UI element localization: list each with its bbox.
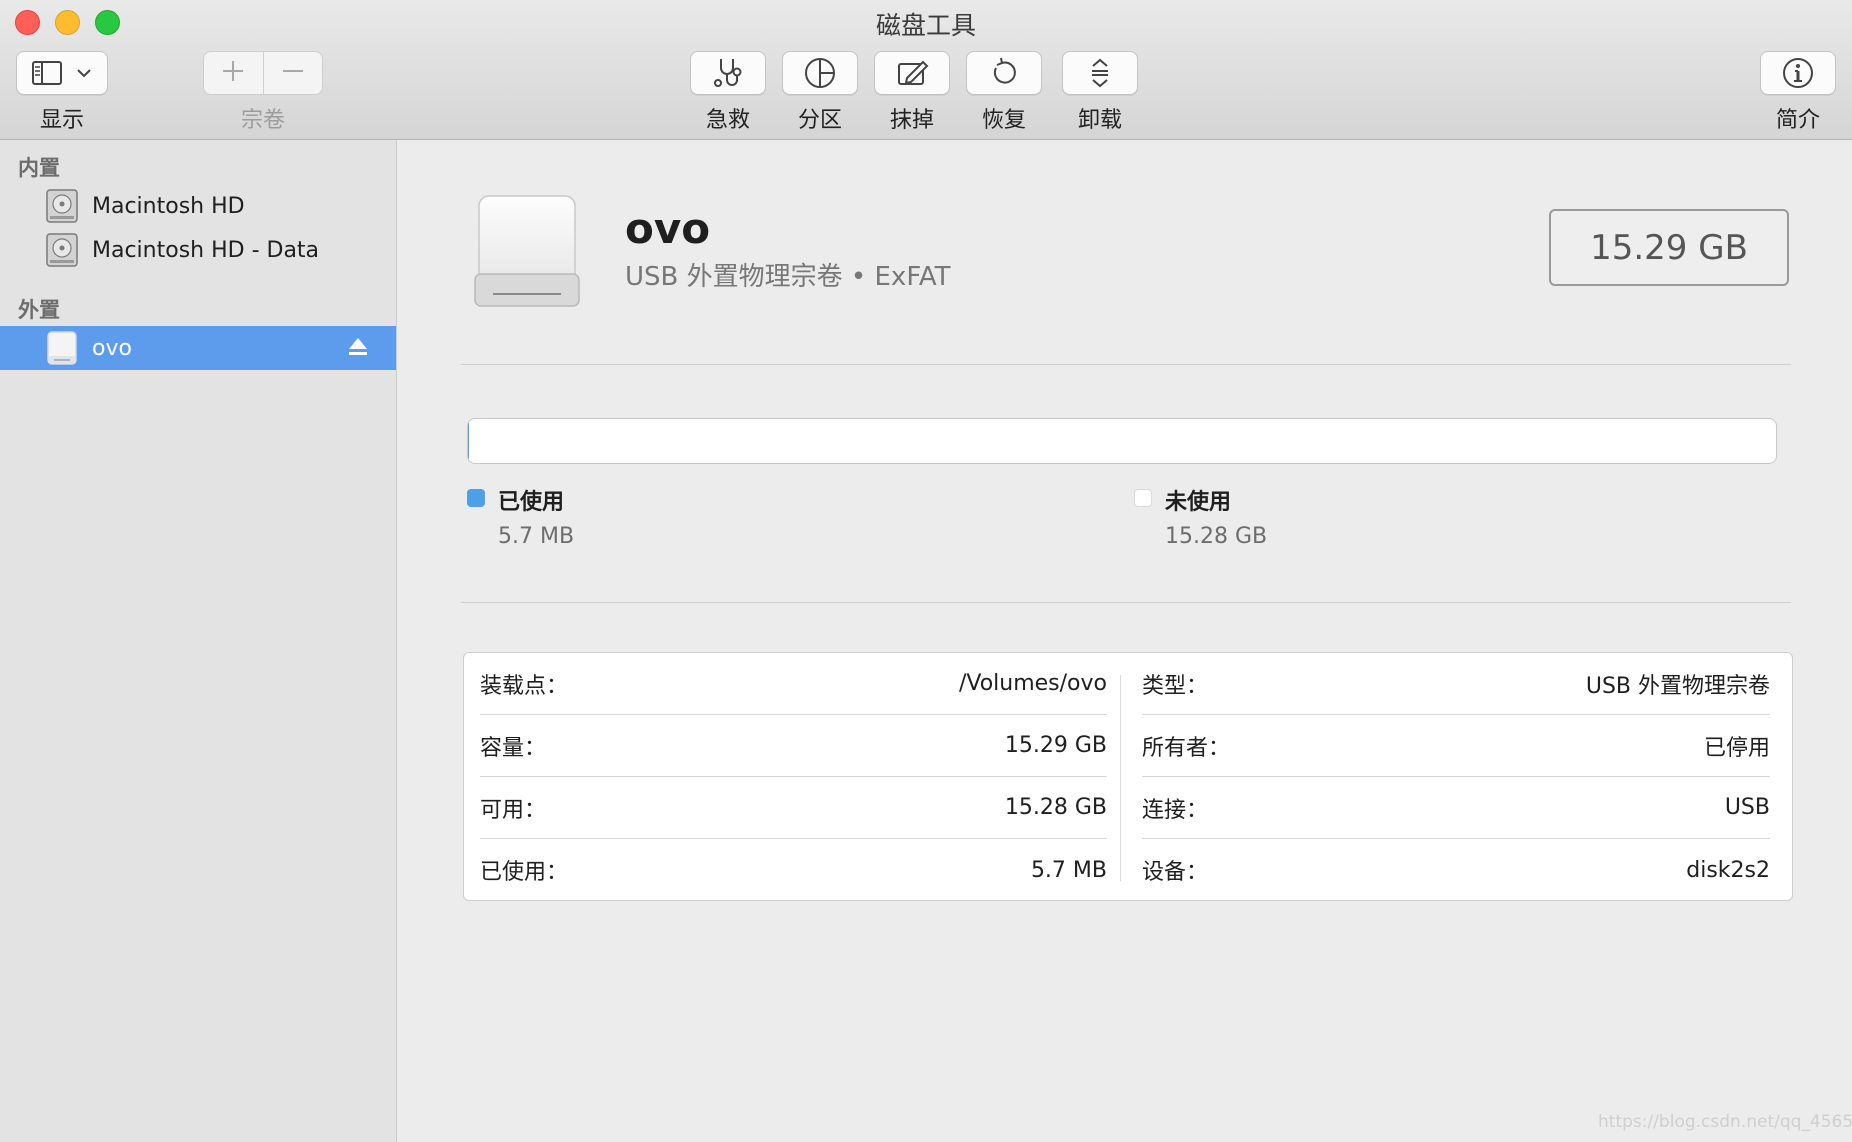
watermark: https://blog.csdn.net/qq_45656685 bbox=[1598, 1112, 1852, 1132]
info-label: 设备： bbox=[1142, 860, 1209, 885]
info-label: 类型： bbox=[1142, 673, 1209, 699]
free-legend-label: 未使用 bbox=[1165, 490, 1232, 515]
volume-description: USB 外置物理宗卷 • ExFAT bbox=[625, 262, 951, 292]
info-label: 可用： bbox=[480, 797, 547, 823]
divider bbox=[461, 364, 1791, 365]
info-value: 15.28 GB bbox=[1004, 795, 1107, 820]
info-row-capacity: 容量： 15.29 GB bbox=[480, 715, 1107, 777]
info-label: 简介 bbox=[1775, 108, 1820, 133]
free-legend-value: 15.28 GB bbox=[1165, 524, 1268, 549]
info-value: 已停用 bbox=[1703, 735, 1770, 761]
info-value: 15.29 GB bbox=[1004, 733, 1107, 758]
info-label: 装载点： bbox=[480, 673, 569, 699]
view-label: 显示 bbox=[39, 108, 84, 133]
toolbar: 磁盘工具 显示 宗卷 急救 分区 抹掉 恢复 卸载 简介 bbox=[0, 0, 1852, 140]
internal-section-label: 内置 bbox=[18, 156, 60, 180]
info-panel: 装载点： /Volumes/ovo 容量： 15.29 GB 可用： 15.28… bbox=[463, 652, 1793, 901]
plus-icon bbox=[222, 60, 244, 86]
used-legend-label: 已使用 bbox=[498, 490, 565, 515]
add-volume-button[interactable] bbox=[204, 52, 263, 94]
info-row-mount-point: 装载点： /Volumes/ovo bbox=[480, 653, 1107, 715]
pie-chart-icon bbox=[803, 56, 837, 90]
free-legend-swatch bbox=[1134, 489, 1152, 507]
info-column-divider bbox=[1120, 675, 1121, 881]
info-value: disk2s2 bbox=[1686, 857, 1770, 883]
external-drive-icon bbox=[44, 330, 80, 370]
first-aid-button[interactable] bbox=[690, 51, 766, 95]
internal-disk-icon bbox=[44, 188, 80, 228]
info-row-available: 可用： 15.28 GB bbox=[480, 777, 1107, 839]
restore-arrow-icon bbox=[987, 56, 1021, 90]
volume-capacity-box: 15.29 GB bbox=[1549, 209, 1789, 286]
sidebar-item-label: Macintosh HD bbox=[92, 193, 245, 219]
internal-disk-icon bbox=[44, 232, 80, 272]
info-button[interactable] bbox=[1760, 51, 1836, 95]
info-row-type: 类型： USB 外置物理宗卷 bbox=[1142, 653, 1770, 715]
erase-label: 抹掉 bbox=[889, 108, 934, 133]
info-label: 所有者： bbox=[1142, 735, 1231, 761]
partition-button[interactable] bbox=[782, 51, 858, 95]
sidebar-item-ovo[interactable]: ovo bbox=[0, 326, 396, 370]
volume-label: 宗卷 bbox=[240, 108, 285, 133]
external-drive-icon bbox=[471, 190, 583, 316]
sidebar-item-macintosh-hd-data[interactable]: Macintosh HD - Data bbox=[0, 228, 396, 272]
restore-label: 恢复 bbox=[981, 108, 1026, 133]
unmount-button[interactable] bbox=[1062, 51, 1138, 95]
info-label: 容量： bbox=[480, 735, 547, 761]
external-section-label: 外置 bbox=[18, 298, 60, 322]
info-row-connection: 连接： USB bbox=[1142, 777, 1770, 839]
sidebar-item-label: ovo bbox=[92, 335, 132, 361]
volume-segment bbox=[203, 51, 323, 95]
volume-name: ovo bbox=[625, 204, 711, 253]
unmount-label: 卸载 bbox=[1077, 108, 1122, 133]
partition-label: 分区 bbox=[797, 108, 842, 133]
info-value: 5.7 MB bbox=[1030, 857, 1107, 883]
window-title: 磁盘工具 bbox=[875, 11, 976, 40]
chevron-down-icon bbox=[76, 68, 92, 78]
used-legend-swatch bbox=[467, 489, 485, 507]
sidebar-item-label: Macintosh HD - Data bbox=[92, 237, 320, 263]
disk-utility-window: 磁盘工具 显示 宗卷 急救 分区 抹掉 恢复 卸载 简介 内置 Macintos… bbox=[0, 0, 1852, 1142]
eject-icon[interactable] bbox=[348, 336, 368, 362]
restore-button[interactable] bbox=[966, 51, 1042, 95]
remove-volume-button[interactable] bbox=[262, 52, 323, 94]
sidebar-item-macintosh-hd[interactable]: Macintosh HD bbox=[0, 184, 396, 228]
sidebar-toggle-icon bbox=[32, 61, 62, 85]
used-legend-value: 5.7 MB bbox=[498, 524, 575, 549]
info-row-used: 已使用： 5.7 MB bbox=[480, 839, 1107, 901]
erase-button[interactable] bbox=[874, 51, 950, 95]
view-button[interactable] bbox=[16, 51, 108, 95]
info-label: 连接： bbox=[1142, 797, 1209, 823]
info-value: USB 外置物理宗卷 bbox=[1585, 673, 1770, 699]
info-icon bbox=[1781, 56, 1815, 90]
first-aid-label: 急救 bbox=[705, 108, 750, 133]
unmount-icon bbox=[1083, 56, 1117, 90]
info-row-device: 设备： disk2s2 bbox=[1142, 839, 1770, 901]
main-content: ovo USB 外置物理宗卷 • ExFAT 15.29 GB 已使用 5.7 … bbox=[397, 140, 1852, 1142]
minus-icon bbox=[282, 60, 304, 86]
info-value: /Volumes/ovo bbox=[958, 671, 1107, 696]
info-label: 已使用： bbox=[480, 860, 569, 885]
info-row-owners: 所有者： 已停用 bbox=[1142, 715, 1770, 777]
divider bbox=[461, 602, 1791, 603]
sidebar: 内置 Macintosh HD Macintosh HD - Data 外置 o… bbox=[0, 140, 397, 1142]
stethoscope-icon bbox=[711, 56, 745, 90]
erase-pencil-icon bbox=[895, 56, 929, 90]
usage-bar bbox=[467, 418, 1777, 464]
info-value: USB bbox=[1724, 795, 1770, 820]
